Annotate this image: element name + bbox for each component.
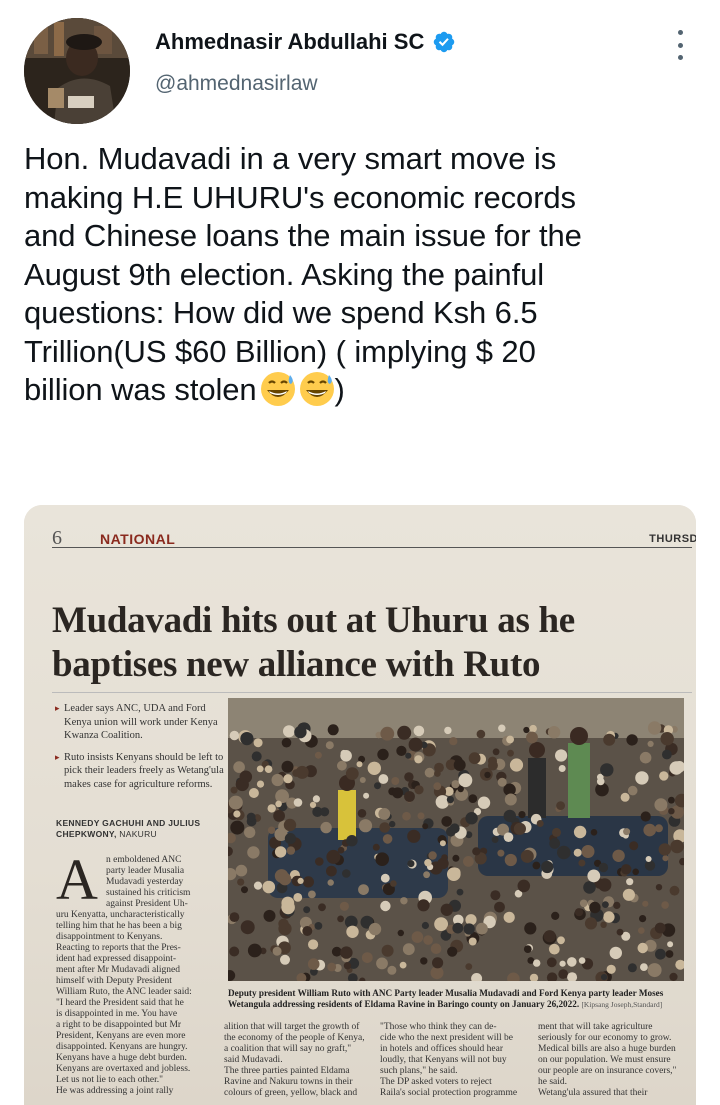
byline-place: NAKURU (119, 829, 157, 839)
body-line: Kenyans have a huge debt burden. (56, 1053, 187, 1063)
rally-photo (228, 698, 684, 981)
body-line: seriously for our economy to grow. (538, 1033, 672, 1043)
more-dot (677, 55, 683, 60)
body-column-3: "Those who think they can de- cide who t… (380, 1022, 530, 1099)
tweet-line: questions: How did we spend Ksh 6.5 (24, 295, 538, 330)
body-line: our people are on insurance covers," (538, 1066, 677, 1076)
body-line: alition that will target the growth of (224, 1022, 360, 1032)
body-line: loudly, that Kenyans will not buy (380, 1055, 507, 1065)
body-line: "Those who think they can de- (380, 1022, 497, 1032)
avatar-photo (24, 18, 130, 124)
grinning-sweat-emoji-icon (299, 372, 334, 406)
body-line: ment after Mr Mudavadi aligned (56, 965, 180, 975)
body-line: a coalition that will say no graft," (224, 1044, 352, 1054)
headline-line: baptises new alliance with Ruto (52, 644, 541, 685)
body-line: He was addressing a joint rally (56, 1086, 174, 1096)
tweet-line: Trillion(US $60 Billion) ( implying $ 20 (24, 333, 536, 369)
grinning-sweat-emoji-icon (260, 372, 295, 406)
body-line: telling him that he has been a big (56, 921, 182, 931)
tweet-text: Hon. Mudavadi in a very smart move is ma… (24, 140, 704, 410)
more-dot (677, 42, 683, 48)
body-column-4: ment that will take agriculture seriousl… (538, 1022, 688, 1099)
body-line: ment that will take agriculture (538, 1022, 653, 1032)
body-line: disappointment to Kenyans. (56, 932, 163, 942)
body-line: he said. (538, 1077, 568, 1087)
verified-badge-icon (434, 31, 455, 53)
body-line: himself with Deputy President (56, 976, 172, 986)
newspaper-headline: Mudavadi hits out at Uhuru as he baptise… (52, 599, 692, 687)
body-column-1: uru Kenyatta, uncharacteristically telli… (56, 910, 232, 1097)
more-options-icon[interactable] (667, 30, 693, 60)
author-name[interactable]: Ahmednasir Abdullahi SC (155, 29, 424, 55)
body-line: on our population. We must ensure (538, 1055, 671, 1065)
body-line: said Mudavadi. (224, 1055, 283, 1065)
body-line: The DP asked voters to reject (380, 1077, 492, 1087)
body-line: Let us not lie to each other." (56, 1075, 164, 1085)
body-line: the economy of the people of Kenya, (224, 1033, 365, 1043)
author-handle[interactable]: @ahmednasirlaw (155, 72, 318, 96)
tweet-line: billion was stolen (24, 372, 257, 407)
tweet-line-last: billion was stolen) (24, 371, 704, 410)
body-line: Reacting to reports that the Pres- (56, 943, 181, 953)
avatar[interactable] (24, 18, 130, 124)
body-line: is disappointed in me. You have (56, 1009, 178, 1019)
body-line: Kenyans are overtaxed and jobless. (56, 1064, 191, 1074)
body-line: ident had expressed disappoint- (56, 954, 177, 964)
body-line: disappointed. Kenyans are hungry. (56, 1042, 188, 1052)
body-line: President, Kenyans are even more (56, 1031, 186, 1041)
tweet-line: Hon. Mudavadi in a very smart move is (24, 141, 557, 176)
body-line: n emboldened ANC (106, 855, 182, 865)
crowd-illustration (228, 698, 684, 981)
tweet-media-image[interactable]: 6 NATIONAL THURSD Mudavadi hits out at U… (24, 505, 696, 1105)
body-line: cide who the next president will be (380, 1033, 513, 1043)
body-column-2: alition that will target the growth of t… (224, 1022, 372, 1099)
body-line: "I heard the President said that he (56, 998, 184, 1008)
summary-bullets: Leader says ANC, UDA and Ford Kenya unio… (55, 702, 232, 799)
summary-bullet: Leader says ANC, UDA and Ford Kenya unio… (55, 702, 232, 743)
body-line: party leader Musalia (106, 866, 185, 876)
tweet-line: and Chinese loans the main issue for the (24, 218, 582, 253)
body-line: such plans," he said. (380, 1066, 458, 1076)
tweet-text-suffix: ) (334, 372, 345, 407)
body-line: Raila's social protection programme (380, 1088, 518, 1098)
body-line: William Ruto, the ANC leader said: (56, 987, 192, 997)
photo-caption: Deputy president William Ruto with ANC P… (228, 988, 684, 1010)
caption-credit: [Kipsang Joseph,Standard] (581, 1000, 663, 1009)
body-line: Ravine and Nakuru towns in their (224, 1077, 353, 1087)
body-line: a right to be disappointed but Mr (56, 1020, 182, 1030)
more-dot (677, 30, 683, 35)
body-line: colours of green, yellow, black and (224, 1088, 358, 1098)
tweet-line: making H.E UHURU's economic records (24, 179, 576, 215)
body-line: Wetang'ula assured that their (538, 1088, 648, 1098)
body-line: Medical bills are also a huge burden (538, 1044, 676, 1054)
author-row: Ahmednasir Abdullahi SC (155, 29, 456, 55)
body-line: sustained his criticism (106, 888, 191, 898)
summary-bullet: Ruto insists Kenyans should be left to p… (55, 751, 232, 792)
page-number: 6 (52, 527, 62, 549)
divider (52, 692, 692, 693)
headline-line: Mudavadi hits out at Uhuru as he (52, 600, 575, 641)
body-line: The three parties painted Eldama (224, 1066, 350, 1076)
section-label: NATIONAL (100, 531, 176, 547)
body-line: Mudavadi yesterday (106, 877, 184, 887)
lead-column: n emboldened ANC party leader Musalia Mu… (106, 855, 226, 910)
dropcap: A (56, 847, 98, 912)
byline: KENNEDY GACHUHI AND JULIUS CHEPKWONY, NA… (56, 818, 232, 840)
day-label: THURSD (649, 533, 696, 545)
body-line: in hotels and offices should hear (380, 1044, 504, 1054)
tweet-line: August 9th election. Asking the painful (24, 256, 545, 292)
body-line: against President Uh- (106, 899, 188, 909)
newspaper-section-bar: 6 NATIONAL THURSD (52, 527, 696, 549)
body-line: uru Kenyatta, uncharacteristically (56, 910, 185, 920)
